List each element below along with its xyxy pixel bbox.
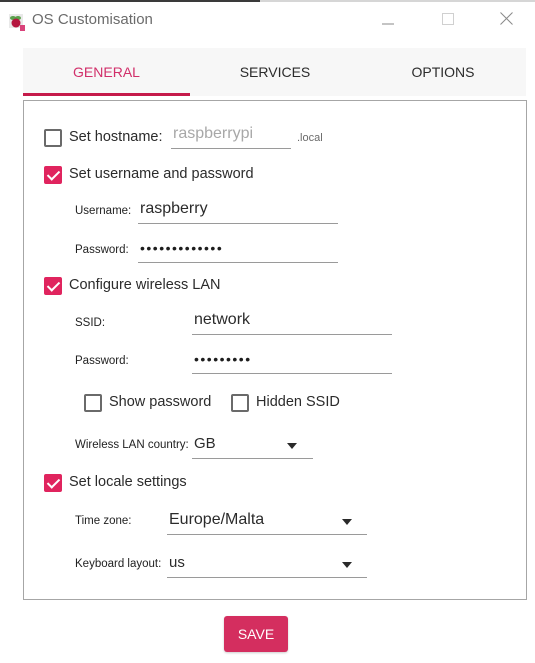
set-username-password-checkbox[interactable] — [44, 166, 62, 184]
tab-general[interactable]: GENERAL — [23, 48, 190, 96]
user-password-input[interactable]: ••••••••••••• — [138, 235, 338, 263]
tab-options[interactable]: OPTIONS — [360, 48, 526, 96]
active-tab-indicator — [23, 93, 190, 96]
configure-wlan-label: Configure wireless LAN — [69, 277, 221, 293]
username-label: Username: — [75, 205, 132, 217]
username-input[interactable]: raspberry — [138, 196, 338, 224]
hostname-input[interactable]: raspberrypi — [171, 121, 291, 149]
keyboard-layout-value: us — [169, 554, 185, 571]
minimize-icon — [382, 12, 394, 30]
set-username-password-label: Set username and password — [69, 166, 254, 182]
timezone-select[interactable]: Europe/Malta — [167, 507, 367, 535]
close-button[interactable] — [486, 6, 526, 36]
hostname-suffix: .local — [297, 132, 323, 144]
minimize-button[interactable] — [368, 6, 408, 36]
set-hostname-label: Set hostname: — [69, 129, 163, 145]
ssid-input[interactable]: network — [192, 307, 392, 335]
title-bar: OS Customisation — [0, 2, 535, 38]
show-password-checkbox[interactable] — [84, 394, 102, 412]
configure-wlan-checkbox[interactable] — [44, 277, 62, 295]
window-title: OS Customisation — [32, 11, 153, 28]
keyboard-layout-select[interactable]: us — [167, 550, 367, 578]
hidden-ssid-checkbox[interactable] — [231, 394, 249, 412]
hidden-ssid-label: Hidden SSID — [256, 394, 340, 410]
set-locale-label: Set locale settings — [69, 474, 187, 490]
chevron-down-icon — [342, 562, 352, 568]
timezone-value: Europe/Malta — [169, 511, 265, 528]
maximize-button[interactable] — [428, 6, 468, 36]
set-locale-checkbox[interactable] — [44, 474, 62, 492]
chevron-down-icon — [342, 519, 352, 525]
user-password-label: Password: — [75, 244, 129, 256]
maximize-icon — [442, 12, 454, 30]
keyboard-layout-label: Keyboard layout: — [75, 558, 162, 570]
wlan-country-value: GB — [194, 435, 216, 452]
wlan-country-label: Wireless LAN country: — [75, 439, 189, 451]
save-button[interactable]: SAVE — [224, 616, 288, 652]
wlan-password-label: Password: — [75, 355, 129, 367]
chevron-down-icon — [287, 443, 297, 449]
show-password-label: Show password — [109, 394, 212, 410]
general-settings-panel: Set hostname: raspberrypi .local Set use… — [23, 100, 527, 600]
timezone-label: Time zone: — [75, 515, 132, 527]
ssid-label: SSID: — [75, 317, 106, 329]
raspberry-pi-imager-icon — [8, 13, 26, 31]
wlan-password-input[interactable]: ••••••••• — [192, 346, 392, 374]
tab-bar: GENERAL SERVICES OPTIONS — [23, 48, 526, 96]
tab-services[interactable]: SERVICES — [190, 48, 360, 96]
set-hostname-checkbox[interactable] — [44, 129, 62, 147]
close-icon — [499, 12, 513, 30]
